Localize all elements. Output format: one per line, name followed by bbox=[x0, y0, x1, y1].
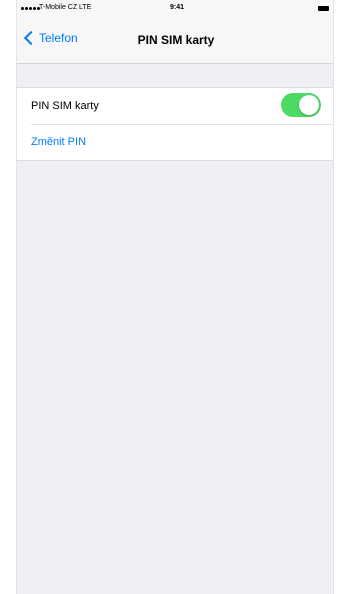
status-time: 9:41 bbox=[170, 4, 185, 11]
pin-sim-row: PIN SIM karty bbox=[17, 88, 333, 124]
page-title: PIN SIM karty bbox=[137, 33, 215, 47]
status-bar: T-Mobile CZ LTE 9:41 bbox=[17, 0, 333, 20]
change-pin-link[interactable]: Změnit PIN bbox=[31, 136, 86, 148]
carrier-label: T-Mobile CZ LTE bbox=[39, 4, 92, 11]
phone-screen: T-Mobile CZ LTE 9:41 Telefon PIN SIM kar… bbox=[16, 0, 334, 594]
pin-sim-toggle[interactable] bbox=[281, 93, 321, 117]
toggle-knob bbox=[299, 95, 319, 115]
pin-sim-label: PIN SIM karty bbox=[31, 100, 99, 112]
signal-dots-icon bbox=[21, 7, 40, 10]
navigation-bar: Telefon PIN SIM karty bbox=[17, 20, 333, 64]
battery-icon bbox=[318, 6, 329, 11]
settings-group: PIN SIM karty Změnit PIN bbox=[17, 87, 333, 161]
change-pin-row[interactable]: Změnit PIN bbox=[17, 124, 333, 160]
